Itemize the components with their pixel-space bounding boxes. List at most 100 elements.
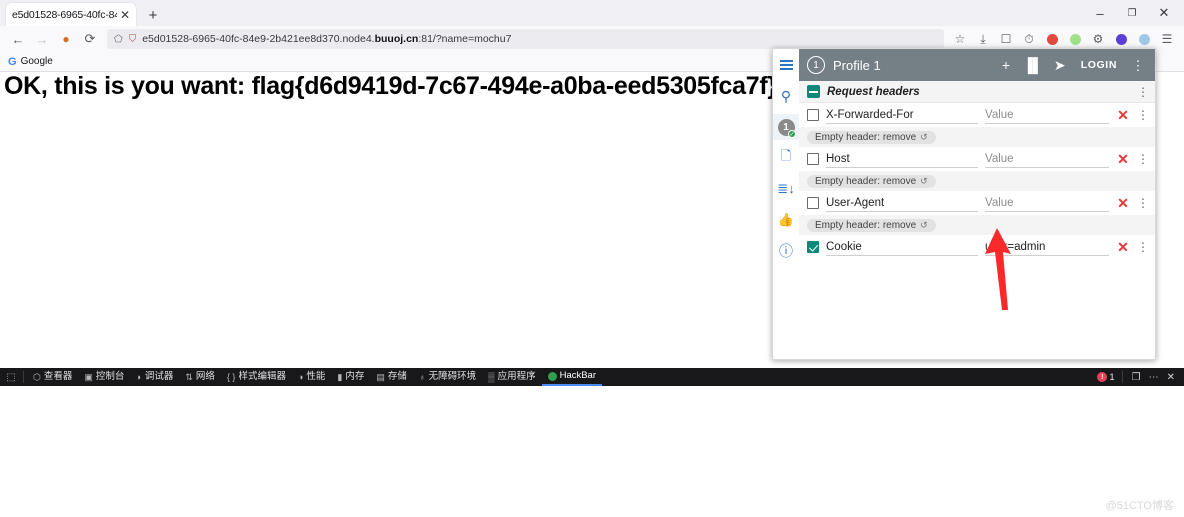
address-bar-text: e5d01528-6965-40fc-84e9-2b421ee8d370.nod…: [142, 33, 511, 45]
inspector-icon: ⬡: [33, 372, 41, 382]
tab-debugger[interactable]: ◗ 调试器: [130, 368, 179, 386]
tab-storage[interactable]: ▤ 存储: [370, 368, 413, 386]
header-value[interactable]: Value: [985, 195, 1109, 212]
error-icon: !: [1097, 372, 1108, 382]
console-icon: ▣: [84, 372, 93, 382]
memory-icon: ▮: [337, 372, 343, 382]
header-value[interactable]: Value: [985, 107, 1109, 124]
red-arrow: [985, 228, 1011, 310]
save-to-pocket-icon[interactable]: ☐: [995, 28, 1017, 50]
dock-icon[interactable]: ❐: [1130, 372, 1143, 383]
row-kebab-icon[interactable]: ⋮: [1137, 109, 1149, 121]
pause-button[interactable]: ▐▌: [1023, 54, 1043, 76]
star-icon[interactable]: ☆: [949, 28, 971, 50]
devtools-close-icon[interactable]: ✕: [1165, 372, 1177, 383]
table-row: X-Forwarded-For Value ✕ ⋮: [799, 103, 1155, 127]
profile-number-badge: 1: [807, 56, 825, 74]
remove-icon[interactable]: ✕: [1116, 195, 1130, 212]
more-options-icon[interactable]: ⋯: [1147, 372, 1161, 383]
note-text: Empty header: remove: [815, 131, 917, 143]
modheader-main: 1 Profile 1 + ▐▌ ➤ LOGIN ⋮ Request heade…: [799, 49, 1155, 359]
header-name[interactable]: User-Agent: [826, 195, 978, 212]
row-kebab-icon[interactable]: ⋮: [1137, 197, 1149, 209]
remove-icon[interactable]: ✕: [1116, 239, 1130, 256]
row-checkbox[interactable]: [807, 153, 819, 165]
error-counter[interactable]: ! 1: [1097, 372, 1115, 383]
header-value[interactable]: Value: [985, 151, 1109, 168]
tab-style-editor[interactable]: { } 样式编辑器: [221, 368, 292, 386]
forward-icon[interactable]: →: [30, 27, 54, 51]
share-button[interactable]: ➤: [1051, 54, 1069, 76]
tab-label: 调试器: [144, 371, 174, 382]
search-icon[interactable]: ⚲: [773, 83, 799, 109]
minimize-icon[interactable]: –: [1084, 0, 1116, 26]
tab-memory[interactable]: ▮ 内存: [331, 368, 370, 386]
row-kebab-icon[interactable]: ⋮: [1137, 153, 1149, 165]
add-header-button[interactable]: +: [997, 54, 1015, 76]
history-icon[interactable]: ⏱: [1018, 28, 1040, 50]
header-name[interactable]: Host: [826, 151, 978, 168]
style-editor-icon: { }: [226, 372, 236, 382]
tab-accessibility[interactable]: ♁ 无障碍环境: [413, 368, 482, 386]
divider: [1121, 371, 1123, 383]
collapse-icon[interactable]: [807, 85, 820, 98]
row-checkbox[interactable]: [807, 109, 819, 121]
remove-icon[interactable]: ✕: [1116, 151, 1130, 168]
extension-purple-icon[interactable]: [1110, 28, 1132, 50]
tab-hackbar[interactable]: HackBar: [541, 368, 603, 386]
permissions-icon[interactable]: ⛉: [129, 34, 137, 45]
google-icon: G: [8, 55, 17, 68]
performance-icon: ◑: [297, 372, 304, 382]
request-headers-section: Request headers ⋮: [799, 81, 1155, 103]
element-picker-icon[interactable]: ⬚: [2, 368, 20, 386]
modheader-icon[interactable]: [1133, 28, 1155, 50]
profile-name[interactable]: Profile 1: [833, 58, 989, 73]
section-kebab-icon[interactable]: ⋮: [1137, 86, 1149, 98]
window-close-icon[interactable]: ✕: [1148, 0, 1180, 26]
accessibility-icon: ♁: [418, 372, 426, 382]
header-name[interactable]: Cookie: [826, 239, 978, 256]
app-menu-icon[interactable]: ☰: [1156, 28, 1178, 50]
adblock-icon[interactable]: [1041, 28, 1063, 50]
refresh-icon: ↺: [920, 131, 928, 142]
extension-green-icon[interactable]: [1064, 28, 1086, 50]
row-checkbox[interactable]: [807, 197, 819, 209]
bookmark-google[interactable]: G Google: [8, 56, 53, 68]
application-icon: ▒: [488, 372, 495, 382]
tab-application[interactable]: ▒ 应用程序: [482, 368, 541, 386]
gear-icon[interactable]: ⚙: [1087, 28, 1109, 50]
header-kebab-icon[interactable]: ⋮: [1129, 54, 1147, 76]
header-name[interactable]: X-Forwarded-For: [826, 107, 978, 124]
tab-inspector[interactable]: ⬡ 查看器: [27, 368, 78, 386]
back-icon[interactable]: ←: [6, 27, 30, 51]
tab-console[interactable]: ▣ 控制台: [78, 368, 130, 386]
reload-icon[interactable]: ⟳: [78, 27, 102, 51]
tab-label: 网络: [195, 371, 215, 382]
tab-title: e5d01528-6965-40fc-84e9-2b42: [12, 8, 117, 21]
tab-label: HackBar: [559, 370, 597, 381]
new-tab-button[interactable]: +: [143, 5, 163, 25]
menu-icon[interactable]: [773, 52, 799, 78]
tab-label: 控制台: [95, 371, 125, 382]
sidebar-item-profile-1[interactable]: 1 ✓: [773, 114, 799, 140]
tab-performance[interactable]: ◑ 性能: [292, 368, 331, 386]
shield-icon[interactable]: ●: [54, 27, 78, 51]
browser-tab[interactable]: e5d01528-6965-40fc-84e9-2b42 ✕: [6, 3, 136, 26]
hackbar-icon: [547, 371, 557, 381]
url-suffix: :81/?name=mochu7: [418, 33, 512, 45]
remove-icon[interactable]: ✕: [1116, 107, 1130, 124]
tab-network[interactable]: ⇅ 网络: [179, 368, 221, 386]
help-icon[interactable]: ⓘ: [773, 238, 799, 264]
tab-label: 内存: [345, 371, 365, 382]
sort-icon[interactable]: ≣↓: [773, 176, 799, 202]
maximize-icon[interactable]: ❐: [1116, 0, 1148, 26]
table-row: Host Value ✕ ⋮: [799, 147, 1155, 171]
row-checkbox[interactable]: [807, 241, 819, 253]
close-icon[interactable]: ✕: [120, 9, 130, 21]
row-kebab-icon[interactable]: ⋮: [1137, 241, 1149, 253]
address-bar[interactable]: ⬠ ⛉ e5d01528-6965-40fc-84e9-2b421ee8d370…: [107, 29, 944, 49]
thumbs-up-icon[interactable]: 👍: [773, 207, 799, 233]
download-icon[interactable]: ⤓: [972, 28, 994, 50]
login-button[interactable]: LOGIN: [1077, 59, 1121, 71]
add-profile-icon[interactable]: 🗋: [773, 145, 799, 171]
